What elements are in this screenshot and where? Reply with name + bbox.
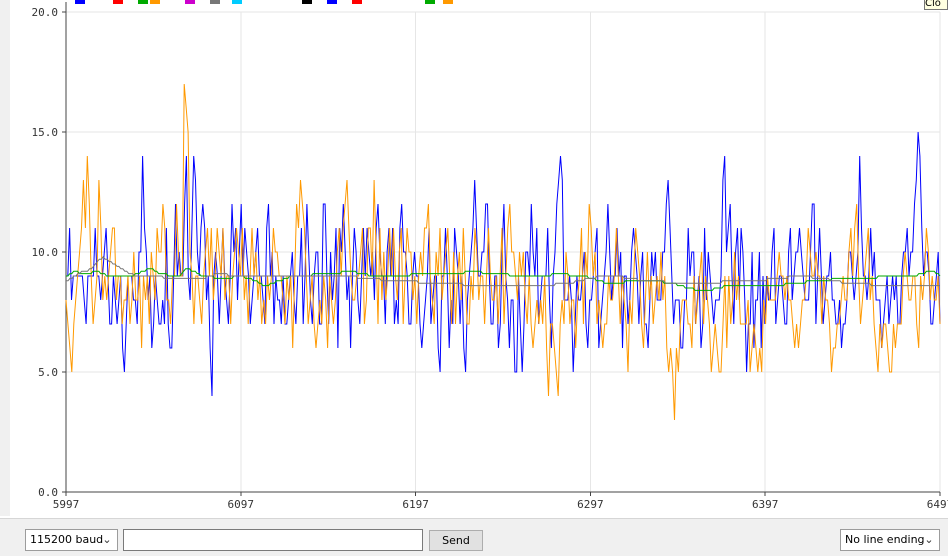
legend-swatch [210,0,220,4]
baud-rate-label: 115200 baud [30,533,104,546]
legend-swatch [185,0,195,4]
chevron-down-icon: ⌄ [924,533,934,546]
line-ending-label: No line ending [845,533,925,546]
baud-rate-select[interactable]: 115200 baud ⌄ [25,529,118,551]
x-tick-label: 6497 [927,498,948,511]
legend-swatch [75,0,85,4]
serial-plotter-window: 0.0 5.0 10.0 15.0 20.0 5997 6097 6197 6297 6397 64… [0,0,948,556]
y-tick-label: 5.0 [38,366,58,379]
chevron-down-icon: ⌄ [102,533,112,546]
legend [65,0,465,4]
legend-swatch [327,0,337,4]
line-ending-select[interactable]: No line ending ⌄ [840,529,940,551]
legend-swatch [150,0,160,4]
legend-swatch [302,0,312,4]
x-tick-label: 6397 [752,498,779,511]
plot-area: 0.0 5.0 10.0 15.0 20.0 5997 6097 6197 6297 6397 64… [0,0,948,516]
serial-input-field[interactable] [123,529,423,551]
legend-swatch [232,0,242,4]
legend-swatch [138,0,148,4]
plot-svg: 0.05.010.015.020.05997 6097 6197 6297 6397 64… [32,2,948,511]
send-button[interactable]: Send [429,530,483,551]
legend-swatch [113,0,123,4]
y-tick-label: 10.0 [32,246,59,259]
y-tick-label: 20.0 [32,6,59,19]
close-tooltip: Clo [924,0,948,10]
legend-swatch [425,0,435,4]
x-tick-label: 6197 [402,498,429,511]
x-tick-label: 6297 [577,498,604,511]
legend-swatch [443,0,453,4]
y-tick-label: 15.0 [32,126,59,139]
x-tick-label: 5997 [53,498,80,511]
legend-swatch [352,0,362,4]
x-tick-label: 6097 [228,498,255,511]
bottom-toolbar: 115200 baud ⌄ Send No line ending ⌄ [0,518,948,556]
